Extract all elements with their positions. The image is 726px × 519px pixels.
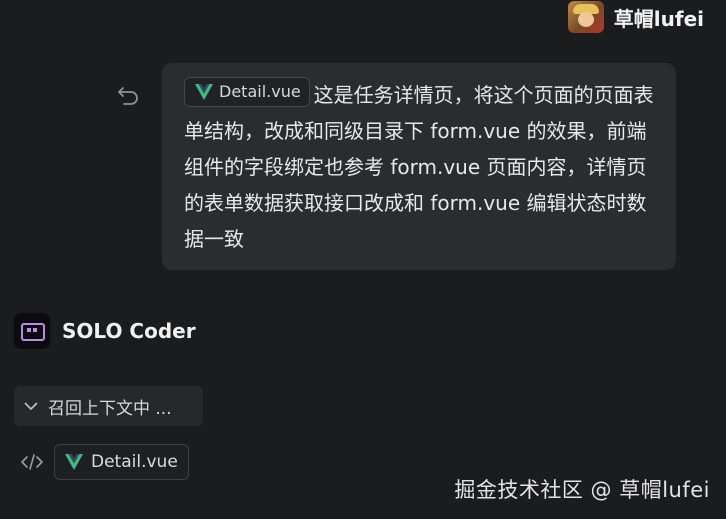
username: 草帽lufei (613, 6, 704, 31)
agent-name: SOLO Coder (62, 319, 196, 343)
code-icon (21, 454, 43, 470)
agent-header: SOLO Coder (14, 313, 196, 349)
message-text: 这是任务详情页，将这个页面的页面表单结构，改成和同级目录下 form.vue 的… (184, 83, 654, 251)
avatar (567, 1, 604, 33)
vue-logo-icon (195, 84, 213, 100)
recall-context-toggle[interactable]: 召回上下文中 ... (14, 386, 203, 426)
chevron-down-icon (24, 402, 38, 410)
chat-panel: 草帽lufei Detail.vue 这是任务详情页，将这个页面的页面表单结构，… (0, 0, 726, 519)
file-chip[interactable]: Detail.vue (54, 444, 189, 480)
user-message-bubble: Detail.vue 这是任务详情页，将这个页面的页面表单结构，改成和同级目录下… (162, 63, 676, 270)
vue-logo-icon (65, 454, 83, 470)
watermark: 掘金技术社区 @ 草帽lufei (454, 478, 710, 502)
file-chip-name: Detail.vue (91, 452, 178, 472)
code-file-row: Detail.vue (20, 444, 189, 480)
attachment-name: Detail.vue (219, 82, 301, 101)
user-header: 草帽lufei (567, 0, 704, 34)
attachment-chip[interactable]: Detail.vue (184, 77, 310, 107)
recall-label: 召回上下文中 ... (48, 398, 172, 419)
undo-icon[interactable] (117, 84, 141, 106)
agent-logo-icon (14, 313, 50, 349)
